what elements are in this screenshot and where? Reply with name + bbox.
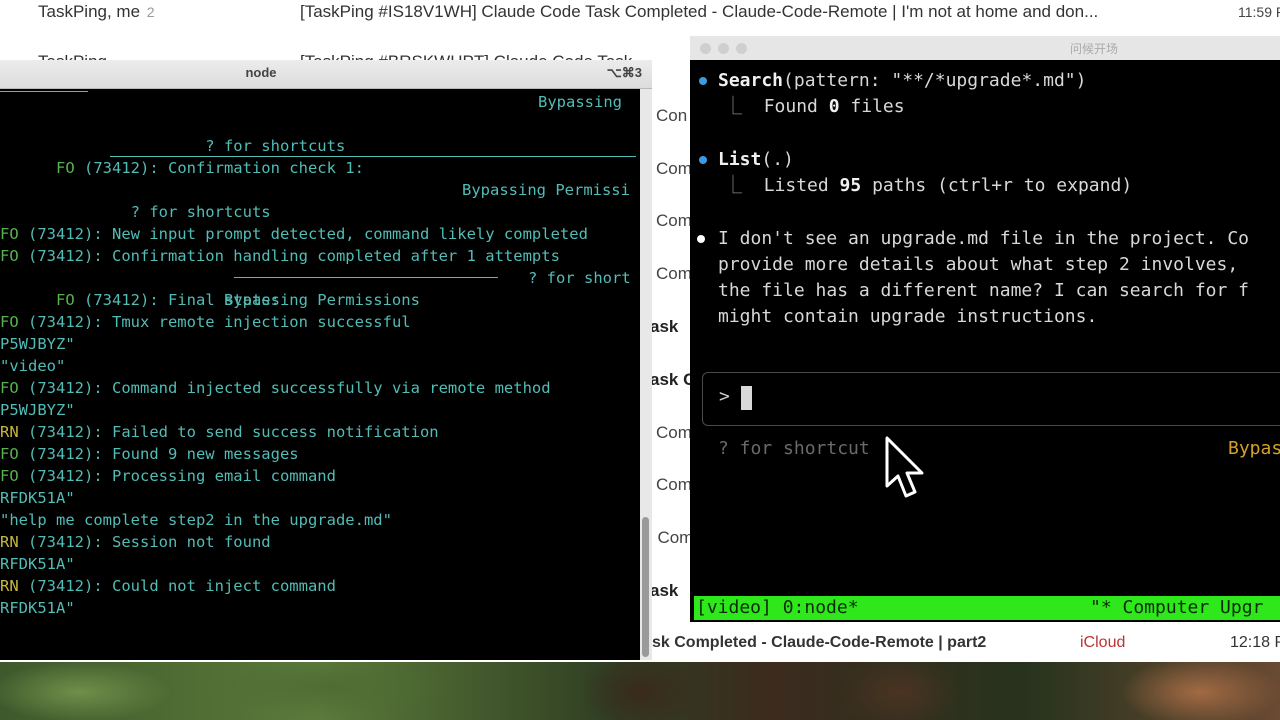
- tool-status-dot-icon: [699, 156, 707, 164]
- mail-fragment[interactable]: Com: [656, 211, 692, 231]
- mail-time: 11:59 PM: [1238, 4, 1280, 20]
- desktop-wallpaper: [0, 662, 1280, 720]
- mail-subject: sk Completed - Claude-Code-Remote | part…: [652, 634, 987, 651]
- log-line: FO (73412): Confirmation check 1:: [0, 135, 636, 177]
- mail-fragment[interactable]: Com: [656, 475, 692, 495]
- window-titlebar[interactable]: node ⌥⌘3: [0, 60, 652, 89]
- mail-row-taskping-1[interactable]: TaskPing, me 2 [TaskPing #IS18V1WH] Clau…: [0, 0, 1280, 40]
- log-line: RFDK51A": [0, 599, 75, 617]
- log-line: FO (73412): Final state: ? for short: [56, 269, 631, 309]
- window-shortcut: ⌥⌘3: [606, 65, 642, 80]
- mail-fragment[interactable]: Con: [656, 106, 687, 126]
- log-line: FO (73412): New input prompt detected, c…: [0, 225, 588, 243]
- tool-result-list: ⎿ Listed 95 paths (ctrl+r to expand): [724, 175, 1133, 196]
- tool-status-dot-icon: [699, 77, 707, 85]
- close-window-icon[interactable]: [700, 43, 711, 54]
- scrollbar-thumb[interactable]: [642, 517, 649, 657]
- tool-result-search: ⎿ Found 0 files: [724, 96, 905, 117]
- window-title: 问候开场: [1070, 42, 1119, 56]
- assistant-message-line: provide more details about what step 2 i…: [718, 254, 1239, 275]
- mail-source: iCloud: [1080, 634, 1126, 651]
- mail-fragment[interactable]: Com: [656, 264, 692, 284]
- mail-sender: TaskPing, me 2: [38, 2, 155, 21]
- log-line: Bypassing Permissions: [0, 291, 420, 309]
- log-line: RFDK51A": [0, 555, 75, 573]
- mail-fragment[interactable]: ask C: [650, 370, 695, 390]
- log-line: "help me complete step2 in the upgrade.m…: [0, 511, 392, 529]
- log-line: RN (73412): Failed to send success notif…: [0, 423, 439, 441]
- mail-fragment[interactable]: : Com: [648, 528, 693, 548]
- mail-row-bottom[interactable]: sk Completed - Claude-Code-Remote | part…: [640, 632, 1280, 656]
- prompt-symbol: >: [719, 386, 730, 407]
- log-line: RFDK51A": [0, 489, 75, 507]
- assistant-message-line: the file has a different name? I can sea…: [718, 280, 1250, 301]
- log-line: FO (73412): Command injected successfull…: [0, 379, 551, 397]
- tmux-status-bar: [video] 0:node* "* Computer Upgr: [694, 596, 1280, 620]
- text-cursor: [741, 386, 752, 410]
- mail-fragment[interactable]: ask: [650, 581, 678, 601]
- terminal-window-node[interactable]: node ⌥⌘3 ? for shortcuts Bypassing FO (7…: [0, 60, 652, 660]
- mail-fragment[interactable]: ask: [650, 317, 678, 337]
- scrollbar[interactable]: [640, 89, 652, 660]
- mail-time: 12:18 P: [1230, 634, 1280, 651]
- prompt-input[interactable]: >: [702, 372, 1280, 426]
- minimize-window-icon[interactable]: [718, 43, 729, 54]
- log-line: P5WJBYZ": [0, 401, 75, 419]
- log-line: FO (73412): Found 9 new messages: [0, 445, 299, 463]
- window-titlebar[interactable]: 问候开场: [690, 36, 1280, 60]
- log-line: ? for shortcuts Bypassing: [0, 91, 636, 155]
- assistant-message-line: I don't see an upgrade.md file in the pr…: [718, 228, 1250, 249]
- zoom-window-icon[interactable]: [736, 43, 747, 54]
- mail-fragment[interactable]: Com: [656, 159, 692, 179]
- terminal-window-claude[interactable]: 问候开场 Search(pattern: "**/*upgrade*.md") …: [690, 36, 1280, 622]
- assistant-message-line: might contain upgrade instructions.: [718, 306, 1098, 327]
- tool-call-list: List(.): [718, 149, 794, 170]
- log-line: FO (73412): Tmux remote injection succes…: [0, 313, 411, 331]
- message-dot-icon: [697, 235, 705, 243]
- permission-mode: Bypas: [1228, 438, 1280, 459]
- mail-subject: [TaskPing #IS18V1WH] Claude Code Task Co…: [300, 2, 1099, 21]
- window-title: node: [245, 65, 277, 80]
- log-line: FO (73412): Confirmation handling comple…: [0, 247, 560, 265]
- log-line: P5WJBYZ": [0, 335, 75, 353]
- tool-call-search: Search(pattern: "**/*upgrade*.md"): [718, 70, 1087, 91]
- tmux-session: [video] 0:node*: [696, 597, 859, 618]
- terminal-output: ? for shortcuts Bypassing FO (73412): Co…: [0, 89, 636, 660]
- log-line: ? for shortcuts Bypassing Permissi: [56, 181, 630, 221]
- log-line: FO (73412): Processing email command: [0, 467, 336, 485]
- shortcut-hint: ? for shortcut: [718, 438, 870, 459]
- log-line: "video": [0, 357, 66, 375]
- log-line: RN (73412): Session not found: [0, 533, 271, 551]
- mail-fragment[interactable]: Com: [656, 423, 692, 443]
- mouse-pointer-icon: [885, 436, 924, 498]
- log-line: RN (73412): Could not inject command: [0, 577, 336, 595]
- tmux-window-title: "* Computer Upgr: [1090, 597, 1264, 618]
